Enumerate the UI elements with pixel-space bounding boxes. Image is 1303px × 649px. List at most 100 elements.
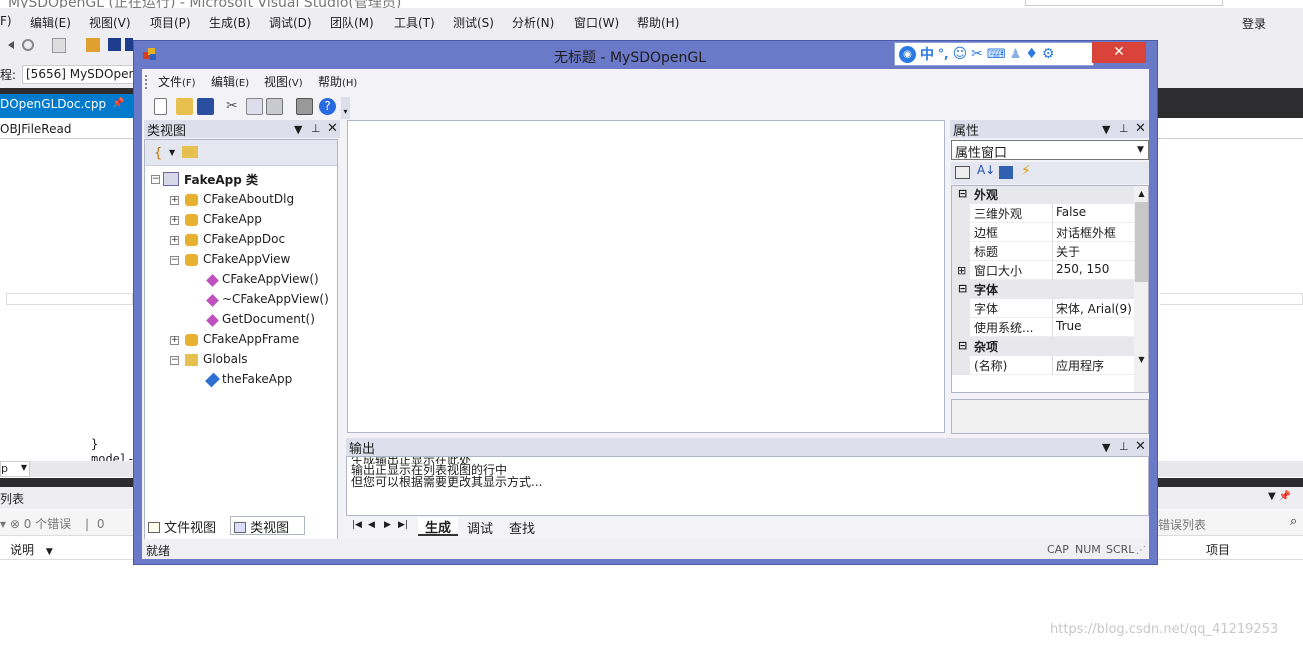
- vs-horizontal-scrollbar[interactable]: [30, 461, 133, 477]
- tree-expand-icon[interactable]: +: [170, 196, 179, 205]
- cut-icon[interactable]: ✂: [226, 98, 243, 115]
- property-expand-icon[interactable]: ⊞: [952, 261, 970, 280]
- help-icon[interactable]: ?: [319, 98, 336, 115]
- output-pane[interactable]: 生成输出正显示在此处 输出正显示在列表视图的行中 但您可以根据需要更改其显示方式…: [346, 456, 1149, 516]
- new-file-icon[interactable]: [154, 98, 167, 115]
- vs-pane-dropdown-icon[interactable]: ▼ 📌: [1268, 491, 1291, 502]
- vs-new-item-icon[interactable]: [52, 38, 66, 53]
- scroll-down-icon[interactable]: ▼: [1134, 352, 1148, 367]
- scroll-thumb[interactable]: [1135, 202, 1148, 282]
- vs-menu-help[interactable]: 帮助(H): [637, 14, 679, 31]
- save-icon[interactable]: [197, 98, 214, 115]
- category-collapse-icon[interactable]: ⊟: [958, 187, 967, 200]
- class-sort-icon[interactable]: {: [154, 146, 162, 161]
- tree-item[interactable]: GetDocument(): [222, 312, 315, 326]
- vs-menu-view[interactable]: 视图(V): [89, 14, 131, 31]
- vs-error-filter[interactable]: ▾ ⊗ 0 个错误 | 0: [0, 515, 105, 532]
- resize-grip-icon[interactable]: ⋰: [1136, 545, 1146, 556]
- properties-combo[interactable]: 属性窗口 ▼: [951, 140, 1149, 161]
- property-category[interactable]: ⊟ 杂项: [952, 337, 1134, 356]
- menu-file[interactable]: 文件(F): [158, 73, 196, 90]
- tree-item[interactable]: CFakeAppDoc: [203, 232, 285, 246]
- document-view[interactable]: [347, 120, 945, 433]
- tree-item[interactable]: ~CFakeAppView(): [222, 292, 329, 306]
- pin-icon[interactable]: ⊥: [311, 122, 321, 135]
- vs-login-link[interactable]: 登录: [1242, 15, 1266, 32]
- pin-icon[interactable]: ⊥: [1119, 440, 1129, 453]
- tree-item[interactable]: CFakeAboutDlg: [203, 192, 294, 206]
- last-tab-icon[interactable]: ▶|: [398, 520, 408, 530]
- tab-build[interactable]: 生成: [418, 517, 458, 536]
- category-collapse-icon[interactable]: ⊟: [958, 282, 967, 295]
- scroll-up-icon[interactable]: ▲: [1134, 186, 1148, 201]
- vs-back-icon[interactable]: [6, 40, 16, 50]
- vs-menu-tools[interactable]: 工具(T): [394, 14, 435, 31]
- tab-class-view[interactable]: 类视图: [230, 516, 305, 536]
- tree-item[interactable]: theFakeApp: [222, 372, 292, 386]
- vs-open-icon[interactable]: [86, 38, 100, 52]
- pane-dropdown-icon[interactable]: ▼: [1102, 441, 1110, 454]
- property-category[interactable]: ⊟ 字体: [952, 280, 1134, 299]
- vs-menu-test[interactable]: 测试(S): [453, 14, 494, 31]
- tab-file-view[interactable]: 文件视图: [148, 517, 228, 536]
- copy-icon[interactable]: [246, 98, 263, 115]
- window-close-button[interactable]: ✕: [1092, 42, 1146, 63]
- category-collapse-icon[interactable]: ⊟: [958, 339, 967, 352]
- prev-tab-icon[interactable]: ◀: [368, 520, 375, 530]
- events-lightning-icon[interactable]: ⚡: [1021, 163, 1031, 179]
- search-icon[interactable]: ⌕: [1290, 514, 1297, 529]
- vs-menu-analyze[interactable]: 分析(N): [512, 14, 554, 31]
- vs-save-icon[interactable]: [108, 38, 121, 51]
- pane-close-icon[interactable]: ✕: [327, 121, 338, 136]
- tree-item[interactable]: CFakeApp: [203, 212, 262, 226]
- tree-collapse-icon[interactable]: −: [170, 356, 179, 365]
- pin-icon[interactable]: 📌: [1279, 491, 1291, 502]
- tree-item[interactable]: CFakeAppFrame: [203, 332, 299, 346]
- tree-item[interactable]: Globals: [203, 352, 248, 366]
- pane-dropdown-icon[interactable]: ▼: [294, 123, 302, 136]
- tab-debug[interactable]: 调试: [460, 518, 500, 537]
- tree-expand-icon[interactable]: +: [170, 236, 179, 245]
- vs-menu-build[interactable]: 生成(B): [209, 14, 251, 31]
- property-category[interactable]: ⊟ 外观: [952, 186, 1134, 204]
- vs-nav-member[interactable]: OBJFileRead: [0, 122, 71, 136]
- sort-alpha-icon[interactable]: A↓: [977, 163, 995, 177]
- vs-menu-file-partial[interactable]: F): [0, 14, 12, 28]
- first-tab-icon[interactable]: |◀: [352, 520, 362, 530]
- next-tab-icon[interactable]: ▶: [384, 520, 391, 530]
- vs-horizontal-scrollbar-right[interactable]: [1158, 461, 1303, 477]
- vs-menu-project[interactable]: 项目(P): [150, 14, 191, 31]
- ime-chinese-icon[interactable]: 中: [920, 44, 934, 64]
- property-row[interactable]: (名称) 应用程序: [952, 356, 1134, 375]
- pin-icon[interactable]: 📌: [112, 98, 124, 109]
- property-scrollbar[interactable]: ▲ ▼: [1134, 186, 1148, 392]
- vs-menu-debug[interactable]: 调试(D): [269, 14, 312, 31]
- tree-collapse-icon[interactable]: −: [151, 175, 160, 184]
- ime-gear-icon[interactable]: ⚙: [1042, 46, 1055, 62]
- ime-punctuation-icon[interactable]: °,: [938, 47, 949, 61]
- vs-zoom-select[interactable]: p ▼: [0, 461, 30, 477]
- ime-keyboard-icon[interactable]: ⌨: [987, 47, 1006, 62]
- vs-error-search-placeholder[interactable]: 错误列表: [1158, 516, 1206, 533]
- menu-help[interactable]: 帮助(H): [318, 73, 357, 90]
- chevron-down-icon[interactable]: ▼: [1133, 142, 1148, 158]
- property-row[interactable]: 边框 对话框外框: [952, 223, 1134, 242]
- vs-col-description[interactable]: 说明 ▼: [10, 541, 53, 558]
- new-folder-icon[interactable]: [182, 146, 198, 158]
- tree-collapse-icon[interactable]: −: [170, 256, 179, 265]
- categorized-icon[interactable]: [955, 166, 970, 179]
- vs-save-all-icon[interactable]: [125, 38, 133, 51]
- tree-root[interactable]: FakeApp 类: [184, 171, 258, 188]
- vs-menu-team[interactable]: 团队(M): [330, 14, 374, 31]
- tree-item[interactable]: CFakeAppView(): [222, 272, 319, 286]
- menu-edit[interactable]: 编辑(E): [211, 73, 249, 90]
- app-icon[interactable]: [142, 46, 158, 62]
- vs-menu-window[interactable]: 窗口(W): [574, 14, 619, 31]
- toolbar-overflow-icon[interactable]: ▾: [341, 97, 350, 119]
- property-row[interactable]: 三维外观 False: [952, 204, 1134, 223]
- pane-close-icon[interactable]: ✕: [1135, 121, 1146, 136]
- open-folder-icon[interactable]: [176, 98, 193, 115]
- chevron-down-icon[interactable]: ▼: [169, 148, 175, 157]
- vs-col-project[interactable]: 项目: [1206, 541, 1230, 558]
- ime-skin-icon[interactable]: ♦: [1025, 46, 1038, 62]
